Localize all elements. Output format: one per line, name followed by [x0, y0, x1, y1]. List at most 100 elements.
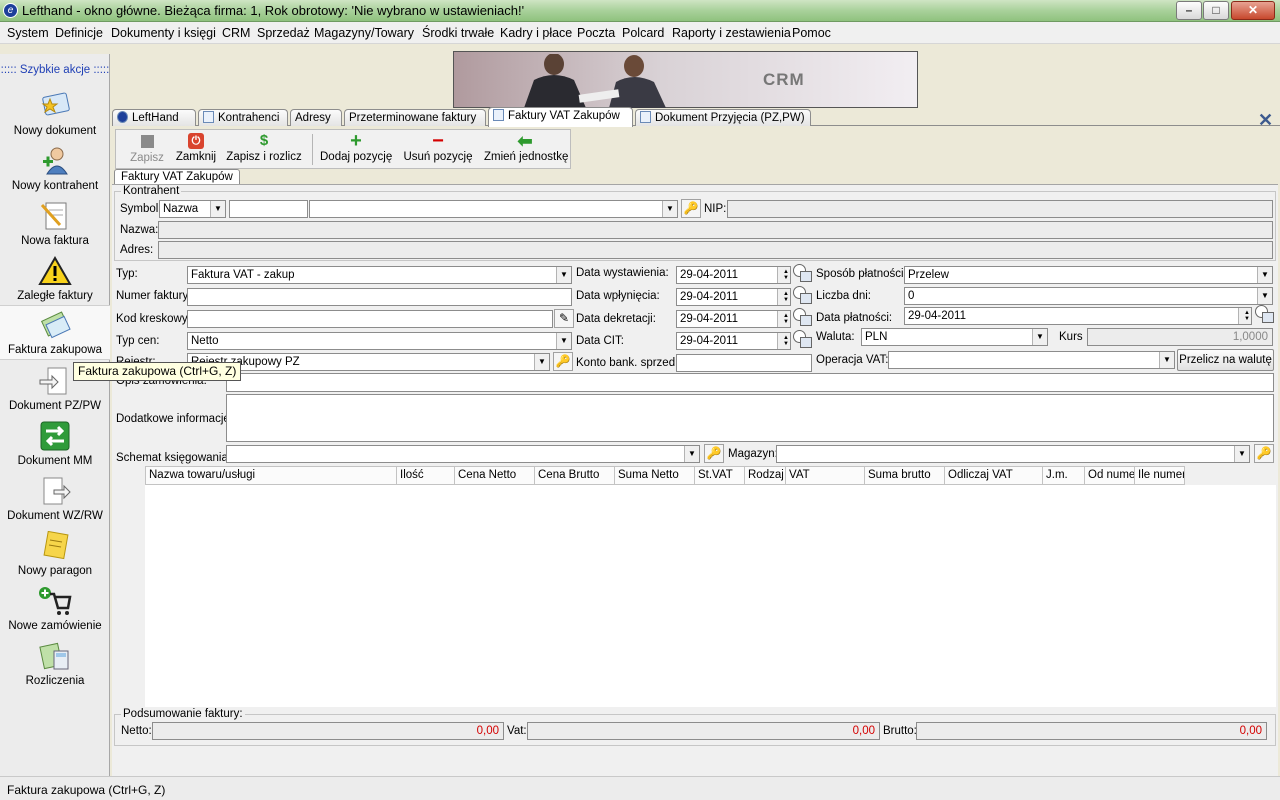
- menu-raporty[interactable]: Raporty i zestawienia: [672, 26, 791, 40]
- menu-system[interactable]: System: [7, 26, 49, 40]
- column-header[interactable]: Rodzaj: [745, 467, 786, 484]
- menu-kadry[interactable]: Kadry i płace: [500, 26, 572, 40]
- column-header[interactable]: Od nume: [1085, 467, 1135, 484]
- price-type-select[interactable]: Netto: [187, 332, 572, 350]
- subtab-faktury-vat-zakupow[interactable]: Faktury VAT Zakupów: [114, 169, 240, 184]
- column-header[interactable]: Cena Brutto: [535, 467, 615, 484]
- calendar-clock-icon[interactable]: [793, 308, 813, 328]
- barcode-input[interactable]: [187, 310, 553, 328]
- sidebar-item-overdue-invoices[interactable]: Zaległe faktury: [0, 252, 110, 307]
- banner-crm-text: CRM: [763, 70, 805, 89]
- items-grid-body[interactable]: [145, 485, 1276, 707]
- days-select[interactable]: 0: [904, 287, 1273, 305]
- sidebar-item-settlements[interactable]: Rozliczenia: [0, 637, 110, 692]
- vat-operation-select[interactable]: [888, 351, 1175, 369]
- tab-lefthand[interactable]: LeftHand: [112, 109, 196, 126]
- calendar-clock-icon[interactable]: [793, 330, 813, 350]
- menu-sprzedaz[interactable]: Sprzedaż: [257, 26, 310, 40]
- warehouse-key-icon[interactable]: 🔑: [1254, 444, 1274, 463]
- type-select[interactable]: Faktura VAT - zakup: [187, 266, 572, 284]
- bank-account-input[interactable]: [676, 354, 812, 372]
- minimize-button[interactable]: –: [1176, 1, 1202, 20]
- menu-dokumenty[interactable]: Dokumenty i księgi: [111, 26, 216, 40]
- issue-date-input[interactable]: 29-04-2011: [676, 266, 791, 284]
- column-header[interactable]: Odliczaj VAT: [945, 467, 1043, 484]
- tab-kontrahenci[interactable]: Kontrahenci: [198, 109, 288, 126]
- schema-key-icon[interactable]: 🔑: [704, 444, 724, 463]
- column-header[interactable]: VAT: [786, 467, 865, 484]
- menu-poczta[interactable]: Poczta: [577, 26, 615, 40]
- toolbar-separator: [312, 134, 313, 165]
- column-header[interactable]: St.VAT: [695, 467, 745, 484]
- menu-crm[interactable]: CRM: [222, 26, 250, 40]
- schema-select[interactable]: [226, 445, 700, 463]
- sidebar-item-new-invoice[interactable]: Nowa faktura: [0, 197, 110, 252]
- menu-definicje[interactable]: Definicje: [55, 26, 103, 40]
- save-and-settle-button[interactable]: $ Zapisz i rozlicz: [226, 131, 302, 168]
- sidebar-item-new-contractor[interactable]: Nowy kontrahent: [0, 142, 110, 197]
- extra-info-textarea[interactable]: [226, 394, 1274, 442]
- column-header[interactable]: Cena Netto: [455, 467, 535, 484]
- close-button[interactable]: ⏻ Zamknij: [174, 131, 218, 168]
- sidebar-item-document-wz-rw[interactable]: Dokument WZ/RW: [0, 472, 110, 527]
- decree-date-input[interactable]: 29-04-2011: [676, 310, 791, 328]
- app-icon: e: [3, 3, 18, 18]
- invoice-number-input[interactable]: [187, 288, 572, 306]
- receipt-date-input[interactable]: 29-04-2011: [676, 288, 791, 306]
- column-header[interactable]: Nazwa towaru/usługi: [146, 467, 397, 484]
- save-button[interactable]: Zapisz: [126, 131, 168, 168]
- edit-pencil-icon[interactable]: ✎: [554, 309, 574, 328]
- remove-line-button[interactable]: − Usuń pozycję: [403, 131, 473, 168]
- close-tab-icon[interactable]: ✕: [1258, 110, 1273, 131]
- sidebar-item-purchase-invoice[interactable]: Faktura zakupowa: [0, 305, 110, 360]
- contractor-name-select[interactable]: [309, 200, 678, 218]
- convert-currency-button[interactable]: Przelicz na walutę: [1177, 349, 1274, 371]
- tab-dokument-przyjecia[interactable]: Dokument Przyjęcia (PZ,PW): [635, 109, 811, 126]
- menu-srodki-trwale[interactable]: Środki trwałe: [422, 26, 494, 40]
- calendar-clock-icon[interactable]: [1255, 305, 1275, 325]
- cit-date-input[interactable]: 29-04-2011: [676, 332, 791, 350]
- calendar-clock-icon[interactable]: [793, 264, 813, 284]
- close-window-button[interactable]: ✕: [1231, 1, 1275, 20]
- symbol-mode-select[interactable]: Nazwa: [159, 200, 226, 218]
- gross-label: Brutto:: [883, 725, 917, 737]
- maximize-button[interactable]: □: [1203, 1, 1229, 20]
- sidebar-label: Nowy kontrahent: [11, 180, 99, 192]
- calendar-clock-icon[interactable]: [793, 286, 813, 306]
- sidebar-item-document-mm[interactable]: Dokument MM: [0, 417, 110, 472]
- column-header[interactable]: Ilość: [397, 467, 455, 484]
- sidebar-item-new-receipt[interactable]: Nowy paragon: [0, 527, 110, 582]
- tab-faktury-vat-zakupow[interactable]: Faktury VAT Zakupów: [488, 107, 633, 127]
- crm-banner: CRM: [453, 51, 918, 108]
- sidebar-item-new-order[interactable]: Nowe zamówienie: [0, 582, 110, 637]
- add-person-icon: [43, 147, 68, 175]
- lookup-key-icon[interactable]: 🔑: [681, 199, 701, 218]
- tab-adresy[interactable]: Adresy: [290, 109, 342, 126]
- payment-date-input[interactable]: 29-04-2011: [904, 307, 1252, 325]
- order-description-input[interactable]: [226, 373, 1274, 392]
- column-header[interactable]: Suma Netto: [615, 467, 695, 484]
- column-header[interactable]: Ile numer: [1135, 467, 1185, 484]
- menu-magazyny[interactable]: Magazyny/Towary: [314, 26, 414, 40]
- document-out-icon: [43, 477, 71, 505]
- register-select[interactable]: Rejestr zakupowy PZ: [187, 353, 550, 371]
- warehouse-select[interactable]: [776, 445, 1250, 463]
- payment-method-select[interactable]: Przelew: [904, 266, 1273, 284]
- currency-select[interactable]: PLN: [861, 328, 1048, 346]
- document-icon: [203, 111, 214, 123]
- bank-account-label: Konto bank. sprzed.:: [576, 357, 682, 369]
- name-field: [158, 221, 1273, 239]
- column-header[interactable]: Suma brutto: [865, 467, 945, 484]
- menu-pomoc[interactable]: Pomoc: [792, 26, 831, 40]
- window-title: Lefthand - okno główne. Bieżąca firma: 1…: [22, 3, 525, 18]
- column-header[interactable]: J.m.: [1043, 467, 1085, 484]
- symbol-input[interactable]: [229, 200, 308, 218]
- menu-polcard[interactable]: Polcard: [622, 26, 664, 40]
- add-line-button[interactable]: + Dodaj pozycję: [320, 131, 392, 168]
- change-unit-button[interactable]: ⬅ Zmień jednostkę: [484, 131, 568, 168]
- register-key-icon[interactable]: 🔑: [553, 352, 573, 371]
- save-icon: [140, 135, 154, 148]
- tab-przeterminowane[interactable]: Przeterminowane faktury: [344, 109, 486, 126]
- sidebar-item-new-document[interactable]: Nowy dokument: [0, 87, 110, 142]
- tab-strip: LeftHand Kontrahenci Adresy Przeterminow…: [112, 107, 1280, 127]
